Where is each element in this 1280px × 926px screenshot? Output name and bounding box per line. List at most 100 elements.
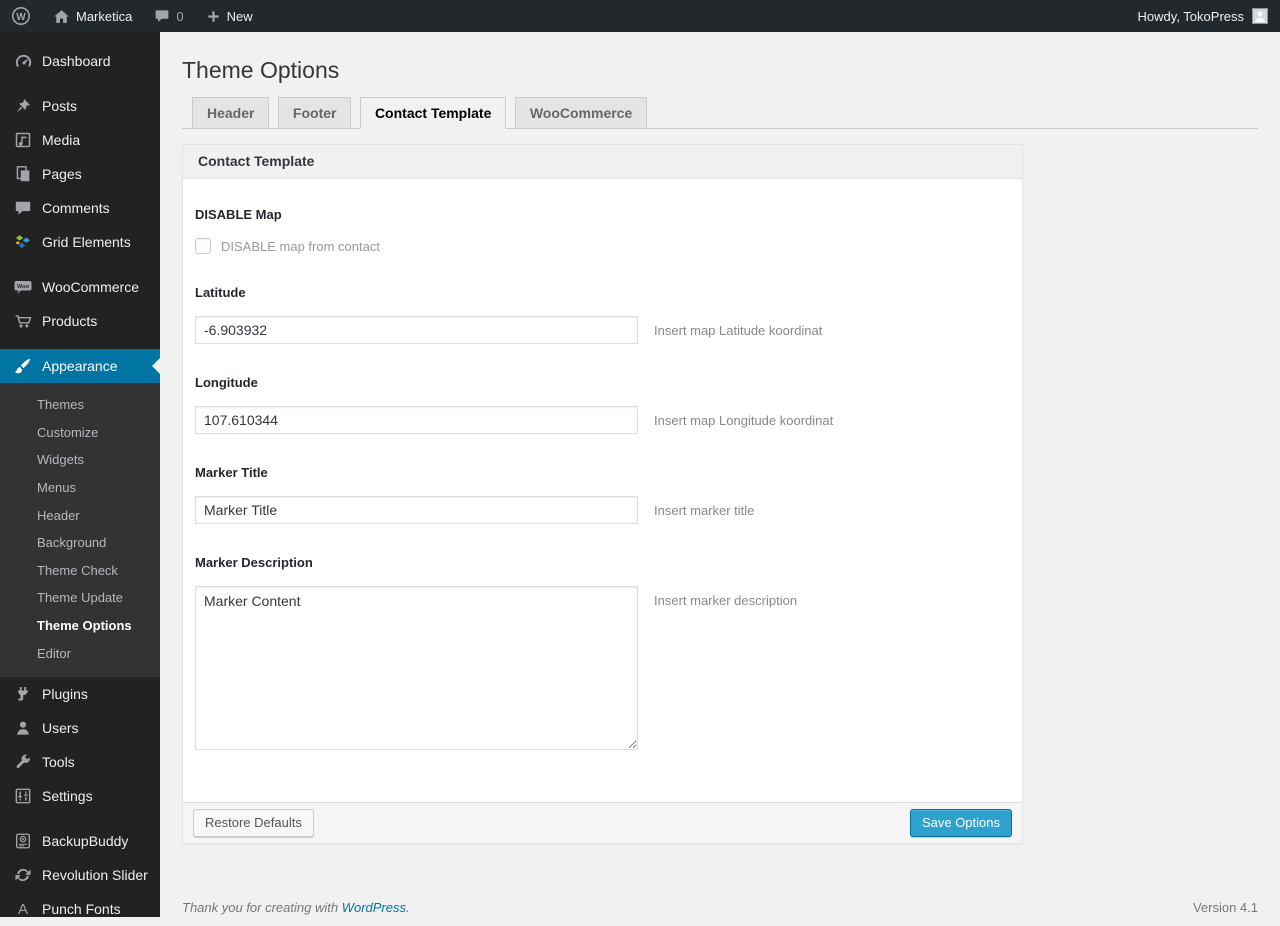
backup-icon: [13, 831, 33, 851]
save-options-button[interactable]: Save Options: [909, 809, 1012, 837]
woocommerce-icon: Woo: [13, 277, 33, 297]
sidebar-item-label: Products: [42, 313, 98, 329]
comment-icon: [13, 198, 33, 218]
sidebar-item-punch-fonts[interactable]: A Punch Fonts: [0, 892, 160, 926]
marker-description-textarea[interactable]: Marker Content: [195, 586, 638, 750]
howdy-account-link[interactable]: Howdy, TokoPress: [1138, 9, 1244, 24]
submenu-item-theme-update[interactable]: Theme Update: [0, 584, 160, 612]
sidebar-item-dashboard[interactable]: Dashboard: [0, 44, 160, 78]
longitude-field-group: Longitude Insert map Longitude koordinat: [195, 375, 1010, 434]
admin-bar: W Marketica 0 New Howdy, TokoPress: [0, 0, 1280, 32]
submenu-item-widgets[interactable]: Widgets: [0, 446, 160, 474]
main-content: Theme Options Header Footer Contact Temp…: [160, 32, 1280, 917]
menu-separator: [0, 338, 160, 349]
sidebar-item-label: BackupBuddy: [42, 833, 129, 850]
sidebar-item-comments[interactable]: Comments: [0, 191, 160, 225]
footer-thanks-suffix: .: [406, 900, 410, 915]
marker-description-help-text: Insert marker description: [654, 593, 798, 608]
tab-header[interactable]: Header: [192, 97, 270, 128]
avatar-icon[interactable]: [1252, 8, 1268, 24]
longitude-label: Longitude: [195, 375, 258, 390]
latitude-input[interactable]: [195, 316, 638, 344]
wordpress-link[interactable]: WordPress: [342, 900, 406, 915]
sidebar-item-media[interactable]: Media: [0, 123, 160, 157]
submenu-item-menus[interactable]: Menus: [0, 474, 160, 502]
media-icon: [13, 130, 33, 150]
submenu-item-header[interactable]: Header: [0, 502, 160, 530]
longitude-input[interactable]: [195, 406, 638, 434]
active-menu-arrow: [152, 358, 160, 374]
sidebar-item-products[interactable]: Products: [0, 304, 160, 338]
marker-title-input[interactable]: [195, 496, 638, 524]
submenu-item-themes[interactable]: Themes: [0, 391, 160, 419]
disable-map-field-group: DISABLE Map DISABLE map from contact: [195, 207, 1010, 254]
sidebar-item-label: Settings: [42, 788, 93, 805]
sidebar-item-grid-elements[interactable]: Grid Elements: [0, 225, 160, 259]
theme-options-tabs: Header Footer Contact Template WooCommer…: [182, 97, 1258, 129]
svg-text:W: W: [16, 12, 26, 23]
submenu-item-theme-options[interactable]: Theme Options: [0, 612, 160, 640]
sidebar-item-label: Grid Elements: [42, 234, 131, 250]
tab-contact-template[interactable]: Contact Template: [359, 97, 507, 129]
latitude-help-text: Insert map Latitude koordinat: [654, 323, 823, 338]
footer-thanks-text: Thank you for creating with WordPress.: [182, 900, 410, 915]
submenu-item-theme-check[interactable]: Theme Check: [0, 557, 160, 585]
site-name-link[interactable]: Marketica: [42, 0, 143, 32]
comments-indicator[interactable]: 0: [143, 0, 194, 32]
site-name-label: Marketica: [76, 8, 133, 24]
home-icon: [53, 8, 70, 25]
submenu-item-editor[interactable]: Editor: [0, 640, 160, 668]
plus-icon: [206, 9, 221, 24]
panel-body: DISABLE Map DISABLE map from contact Lat…: [183, 179, 1022, 802]
wordpress-menu[interactable]: W: [0, 0, 42, 32]
sidebar-item-label: Appearance: [42, 358, 118, 374]
panel-title: Contact Template: [183, 145, 1022, 179]
longitude-help-text: Insert map Longitude koordinat: [654, 413, 834, 428]
settings-icon: [13, 786, 33, 806]
sidebar-item-revolution-slider[interactable]: Revolution Slider: [0, 858, 160, 892]
plugin-icon: [13, 684, 33, 704]
page-footer: Thank you for creating with WordPress. V…: [182, 900, 1258, 915]
submenu-item-background[interactable]: Background: [0, 529, 160, 557]
marker-description-label: Marker Description: [195, 555, 313, 570]
sidebar-item-plugins[interactable]: Plugins: [0, 677, 160, 711]
menu-separator: [0, 813, 160, 824]
grid-elements-icon: [13, 232, 33, 252]
sidebar-item-label: Media: [42, 132, 81, 148]
menu-separator: [0, 259, 160, 270]
new-content-menu[interactable]: New: [195, 0, 264, 32]
marker-description-field-group: Marker Description Marker Content Insert…: [195, 555, 1010, 750]
new-label: New: [226, 8, 253, 24]
marker-title-field-group: Marker Title Insert marker title: [195, 465, 1010, 524]
pushpin-icon: [13, 96, 33, 116]
restore-defaults-button[interactable]: Restore Defaults: [193, 809, 314, 837]
marker-title-help-text: Insert marker title: [654, 503, 755, 518]
contact-template-panel: Contact Template DISABLE Map DISABLE map…: [182, 144, 1023, 844]
latitude-field-group: Latitude Insert map Latitude koordinat: [195, 285, 1010, 344]
sidebar-item-settings[interactable]: Settings: [0, 779, 160, 813]
sidebar-item-users[interactable]: Users: [0, 711, 160, 745]
sidebar-item-label: Punch Fonts: [42, 901, 121, 918]
disable-map-checkbox[interactable]: [195, 238, 211, 254]
sidebar-item-label: Plugins: [42, 686, 88, 703]
sidebar-item-tools[interactable]: Tools: [0, 745, 160, 779]
sidebar-item-label: Tools: [42, 754, 75, 771]
paintbrush-icon: [13, 356, 33, 376]
sidebar-item-backupbuddy[interactable]: BackupBuddy: [0, 824, 160, 858]
wordpress-logo-icon: W: [11, 6, 31, 26]
tab-woocommerce[interactable]: WooCommerce: [514, 97, 648, 128]
disable-map-checkbox-label: DISABLE map from contact: [221, 238, 380, 254]
svg-text:Woo: Woo: [17, 284, 30, 290]
sidebar-item-woocommerce[interactable]: Woo WooCommerce: [0, 270, 160, 304]
submenu-item-customize[interactable]: Customize: [0, 419, 160, 447]
wrench-icon: [13, 752, 33, 772]
sidebar-item-label: WooCommerce: [42, 279, 139, 295]
disable-map-label: DISABLE Map: [195, 207, 282, 222]
cycle-arrows-icon: [13, 865, 33, 885]
tab-footer[interactable]: Footer: [277, 97, 352, 128]
pages-icon: [13, 164, 33, 184]
cart-icon: [13, 311, 33, 331]
sidebar-item-appearance[interactable]: Appearance: [0, 349, 160, 383]
sidebar-item-posts[interactable]: Posts: [0, 89, 160, 123]
sidebar-item-pages[interactable]: Pages: [0, 157, 160, 191]
